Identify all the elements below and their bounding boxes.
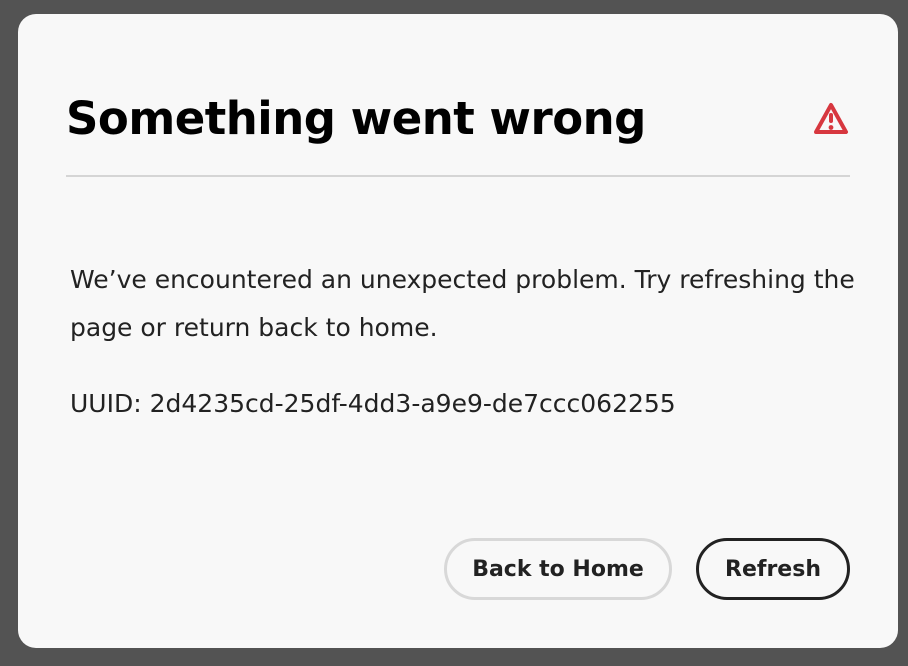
error-message: We’ve encountered an unexpected problem.… [70, 265, 855, 342]
uuid-value: 2d4235cd-25df-4dd3-a9e9-de7ccc062255 [149, 389, 676, 418]
alert-triangle-icon [812, 101, 850, 137]
header-divider [66, 175, 850, 177]
dialog-title: Something went wrong [66, 92, 646, 145]
refresh-button[interactable]: Refresh [696, 538, 850, 600]
back-to-home-button[interactable]: Back to Home [444, 538, 672, 600]
uuid-line: UUID: 2d4235cd-25df-4dd3-a9e9-de7ccc0622… [70, 384, 676, 424]
uuid-label: UUID: [70, 389, 142, 418]
dialog-header: Something went wrong [66, 92, 850, 152]
error-dialog: Something went wrong We’ve encountered a… [18, 14, 898, 648]
